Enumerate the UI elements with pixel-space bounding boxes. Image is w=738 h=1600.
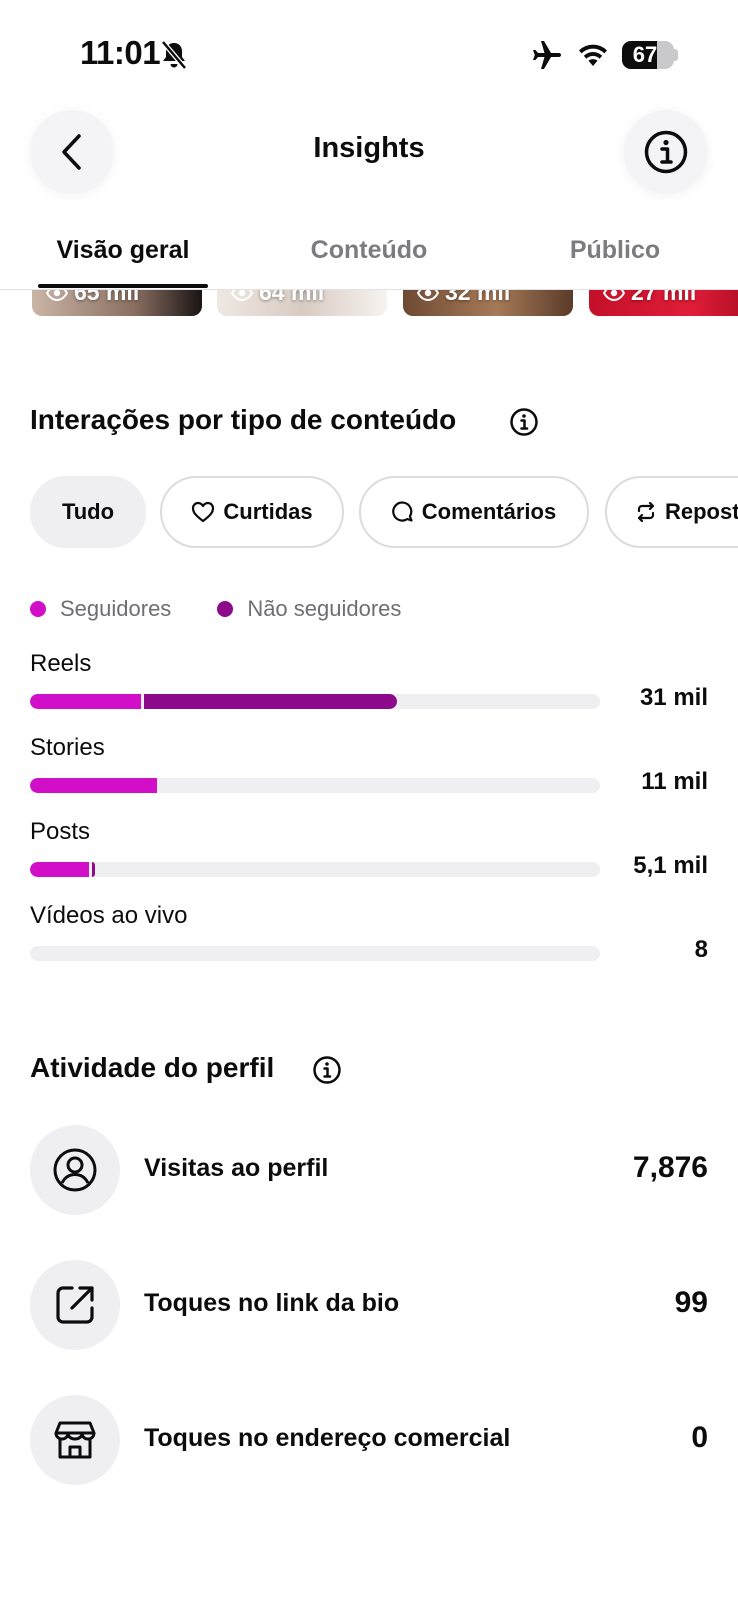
bar-label: Vídeos ao vivo [30,902,188,929]
wifi-icon [579,44,607,66]
chip-label: Curtidas [223,499,313,524]
header: Insights [0,100,738,210]
bell-muted-icon [161,40,187,70]
content-thumbnail[interactable]: 64 mil [217,290,387,316]
bar-value: 5,1 mil [633,852,708,879]
status-time: 11:01 [80,34,161,71]
bar-segment-seguidores [30,862,89,877]
eye-icon [46,290,68,301]
storefront-icon [54,1421,96,1459]
legend-dot [217,601,234,617]
tab-publico[interactable]: Público [530,236,700,265]
tab-conteudo[interactable]: Conteúdo [284,236,454,265]
filter-chip-repost[interactable]: Repost [605,476,738,548]
thumbnail-views: 32 mil [445,290,511,305]
active-tab-indicator [38,284,208,288]
battery-indicator: 67 [622,41,674,69]
legend-item-nao-seguidores: Não seguidores [217,596,401,622]
interactions-title: Interações por tipo de conteúdo [30,404,457,435]
profile-activity-title: Atividade do perfil [30,1052,275,1083]
bar-row-reels: Reels 31 mil [30,650,708,730]
bar-row-posts: Posts 5,1 mil [30,818,708,898]
info-icon [644,130,688,174]
activity-value: 0 [691,1421,708,1454]
chip-label: Tudo [61,499,115,524]
bar-value: 11 mil [641,768,708,795]
filter-chip-comentarios[interactable]: Comentários [359,476,589,548]
activity-value: 99 [674,1286,708,1319]
interactions-info-icon[interactable] [509,407,539,437]
top-content-thumbnails: 65 mil 64 mil 32 mil 27 mil [0,290,738,328]
content-thumbnail[interactable]: 32 mil [403,290,573,316]
bar-segment-nao-seguidores [144,694,397,709]
legend-label: Seguidores [60,596,172,621]
tab-bar: Visão geral Conteúdo Público [0,222,738,290]
eye-icon [417,290,439,301]
thumbnail-views: 27 mil [631,290,697,305]
chip-label: Repost [665,499,738,524]
thumbnail-views: 64 mil [259,290,325,305]
activity-row-visitas[interactable]: Visitas ao perfil 7,876 [30,1125,708,1215]
chip-label: Comentários [421,499,557,524]
bar-label: Stories [30,734,105,761]
filter-chip-curtidas[interactable]: Curtidas [160,476,344,548]
chart-legend: Seguidores Não seguidores [30,594,447,624]
activity-label: Toques no endereço comercial [144,1424,511,1452]
activity-label: Visitas ao perfil [144,1154,329,1182]
bar-row-videos-ao-vivo: Vídeos ao vivo 8 [30,902,708,982]
external-link-icon [56,1286,94,1324]
legend-dot [30,601,46,617]
bar-segment-seguidores [30,778,157,793]
interaction-filter-chips: Tudo Curtidas Comentários Repost [0,476,738,548]
battery-cap [674,49,678,61]
legend-item-seguidores: Seguidores [30,596,171,622]
content-thumbnail[interactable]: 27 mil [589,290,738,316]
bar-label: Reels [30,650,92,677]
tab-visao-geral[interactable]: Visão geral [38,236,208,265]
thumbnail-views: 65 mil [74,290,140,305]
bar-row-stories: Stories 11 mil [30,734,708,814]
battery-level: 67 [632,42,658,67]
filter-chip-tudo[interactable]: Tudo [30,476,146,548]
eye-icon [603,290,625,301]
bar-track [30,946,600,961]
eye-icon [231,290,253,301]
bar-track [30,694,600,709]
status-bar: 11:01 67 [0,0,738,100]
bar-track [30,778,600,793]
activity-value: 7,876 [632,1151,708,1184]
legend-label: Não seguidores [247,596,402,621]
activity-row-link-bio[interactable]: Toques no link da bio 99 [30,1260,708,1350]
activity-row-endereco[interactable]: Toques no endereço comercial 0 [30,1395,708,1485]
info-button[interactable] [624,110,708,194]
profile-activity-info-icon[interactable] [312,1055,342,1085]
bar-label: Posts [30,818,91,845]
user-circle-icon [53,1148,97,1192]
heart-icon [192,501,215,523]
bar-segment-seguidores [30,694,141,709]
bar-segment-nao-seguidores [92,862,95,877]
airplane-icon [533,41,561,69]
bar-value: 8 [694,936,708,963]
activity-label: Toques no link da bio [144,1289,400,1317]
comment-icon [391,501,413,522]
content-thumbnail[interactable]: 65 mil [32,290,202,316]
bar-track [30,862,600,877]
bar-value: 31 mil [639,684,708,711]
repost-icon [637,501,655,523]
